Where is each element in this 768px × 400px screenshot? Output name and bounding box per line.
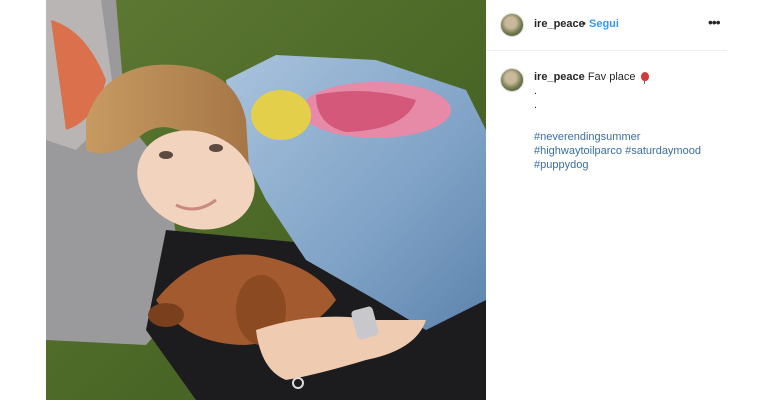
post-photo[interactable]	[46, 0, 486, 400]
username-link[interactable]: ire_peace	[534, 18, 585, 30]
hashtag-link[interactable]: #puppydog	[534, 159, 588, 171]
post-image	[46, 0, 486, 400]
hashtag-link[interactable]: #saturdaymood	[625, 145, 701, 157]
avatar[interactable]	[500, 13, 524, 37]
caption-username-link[interactable]: ire_peace	[534, 71, 585, 83]
hashtag-list: #neverendingsummer #highwaytoilparco #sa…	[534, 130, 724, 172]
post-sidebar: ire_peace • Segui ••• ire_peace Fav plac…	[486, 0, 727, 400]
balloon-icon	[640, 72, 649, 84]
instagram-post: ire_peace • Segui ••• ire_peace Fav plac…	[46, 0, 727, 400]
more-options-icon[interactable]: •••	[708, 14, 721, 30]
post-header: ire_peace • Segui •••	[486, 0, 727, 51]
hashtag-link[interactable]: #neverendingsummer	[534, 131, 640, 143]
caption-line-3: .	[534, 99, 538, 111]
caption-line-2: .	[534, 85, 538, 97]
caption-body: ire_peace Fav place . . #neverendingsumm…	[534, 70, 724, 172]
caption-text: Fav place	[587, 71, 636, 83]
hashtag-link[interactable]: #highwaytoilparco	[534, 145, 622, 157]
follow-button[interactable]: Segui	[589, 18, 619, 30]
separator-dot: •	[582, 18, 586, 30]
caption-avatar[interactable]	[500, 68, 524, 92]
